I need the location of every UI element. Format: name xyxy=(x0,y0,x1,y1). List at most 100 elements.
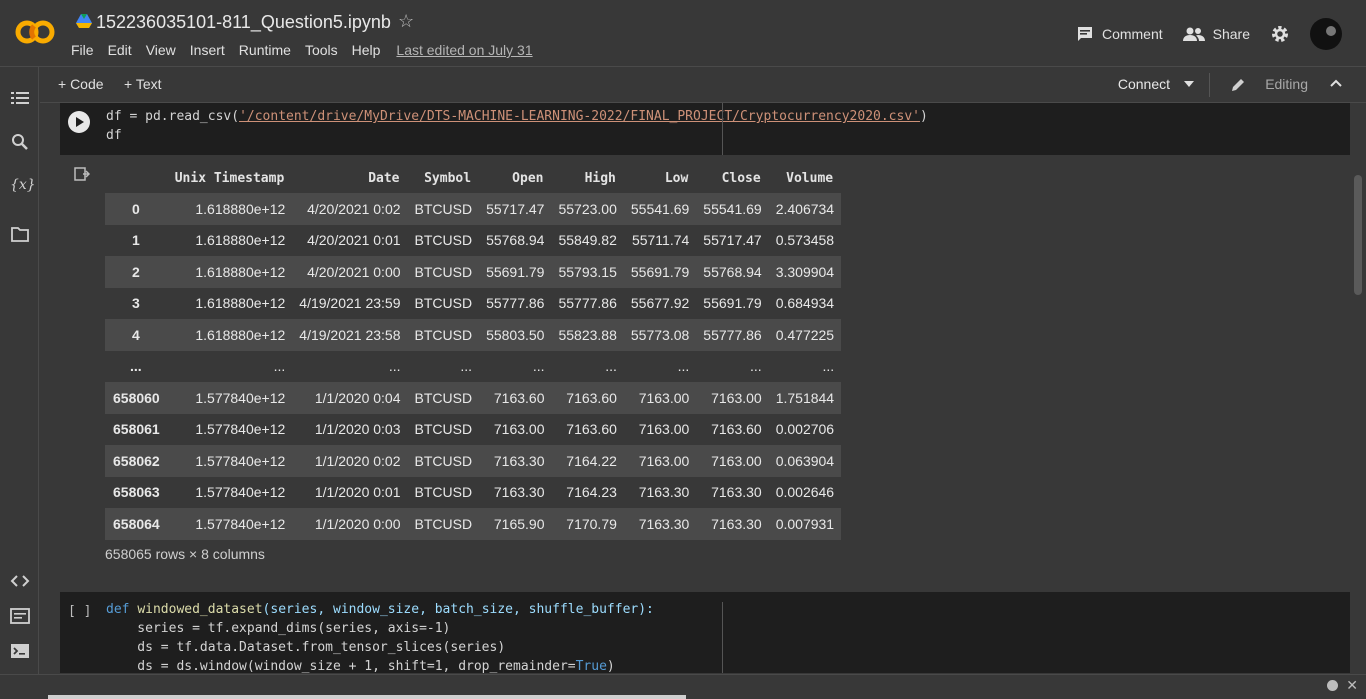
row-index: 2 xyxy=(131,263,140,280)
table-cell: 1.618880e+12 xyxy=(195,326,286,343)
table-cell: 4/20/2021 0:01 xyxy=(307,232,401,249)
table-cell: 4/20/2021 0:02 xyxy=(307,200,401,217)
table-cell: 7163.30 xyxy=(638,515,690,532)
people-icon xyxy=(1182,27,1205,41)
table-cell: 1/1/2020 0:01 xyxy=(314,484,401,501)
table-cell: 55541.69 xyxy=(630,200,690,217)
table-cell: BTCUSD xyxy=(414,389,473,406)
last-edited-link[interactable]: Last edited on July 31 xyxy=(396,42,532,58)
table-cell: BTCUSD xyxy=(414,232,473,249)
table-cell: 7164.23 xyxy=(566,484,617,501)
output-actions-icon[interactable] xyxy=(74,167,90,181)
run-cell-button[interactable] xyxy=(68,111,90,133)
table-cell: 1.577840e+12 xyxy=(195,389,286,406)
table-cell: 55717.47 xyxy=(703,232,762,249)
toc-icon[interactable] xyxy=(10,88,30,108)
dataframe-shape: 658065 rows × 8 columns xyxy=(105,546,265,562)
table-cell: ... xyxy=(822,358,835,375)
code-snippets-icon[interactable] xyxy=(10,571,30,591)
menu-file[interactable]: File xyxy=(71,42,94,58)
terminal-icon[interactable] xyxy=(10,641,30,661)
horizontal-scrollbar[interactable] xyxy=(48,695,686,699)
close-icon[interactable]: ✕ xyxy=(1346,677,1358,694)
table-cell: ... xyxy=(460,358,473,375)
table-cell: 1.618880e+12 xyxy=(195,232,286,249)
add-text-button[interactable]: + Text xyxy=(124,76,162,92)
table-row: 658060 1.577840e+12 1/1/2020 0:04 BTCUSD 716… xyxy=(105,382,842,414)
table-cell: 55849.82 xyxy=(558,232,617,249)
table-cell: 7163.60 xyxy=(711,421,762,438)
editing-status[interactable]: Editing xyxy=(1265,76,1308,92)
menu-runtime[interactable]: Runtime xyxy=(239,42,291,58)
table-cell: 7163.60 xyxy=(566,389,617,406)
gear-icon[interactable] xyxy=(1270,24,1290,44)
table-row: 3 1.618880e+12 4/19/2021 23:59 BTCUSD 55777.… xyxy=(105,287,842,319)
table-cell: 55777.86 xyxy=(486,295,545,312)
table-cell: 55691.79 xyxy=(486,263,545,280)
chevron-down-icon[interactable] xyxy=(1184,81,1194,87)
menu-view[interactable]: View xyxy=(146,42,176,58)
share-label: Share xyxy=(1212,26,1250,42)
table-cell: BTCUSD xyxy=(414,295,473,312)
connect-button[interactable]: Connect xyxy=(1118,76,1170,92)
table-cell: 1/1/2020 0:04 xyxy=(314,389,401,406)
command-palette-icon[interactable] xyxy=(10,606,30,626)
table-cell: 7163.00 xyxy=(638,421,690,438)
table-row: 1 1.618880e+12 4/20/2021 0:01 BTCUSD 55768.9… xyxy=(105,224,842,256)
table-cell: 7163.30 xyxy=(711,515,762,532)
header: 152236035101-811_Question5.ipynb ☆ File … xyxy=(0,0,1366,67)
table-cell: 0.002706 xyxy=(775,421,835,438)
code-line: ds = tf.data.Dataset.from_tensor_slices(… xyxy=(106,640,506,655)
vertical-scrollbar[interactable] xyxy=(1354,175,1362,295)
column-header: Volume xyxy=(786,170,834,186)
code-line: df xyxy=(106,128,122,143)
table-cell: 55717.47 xyxy=(486,200,545,217)
execution-count[interactable]: [ ] xyxy=(68,604,91,619)
notebook-title[interactable]: 152236035101-811_Question5.ipynb xyxy=(96,12,391,33)
star-icon[interactable]: ☆ xyxy=(398,11,414,32)
table-cell: BTCUSD xyxy=(414,452,473,469)
table-cell: 55691.79 xyxy=(630,263,690,280)
code-cell[interactable]: [ ] def windowed_dataset(series, window_… xyxy=(60,592,1350,673)
table-cell: 1.751844 xyxy=(775,389,835,406)
notebook-content: df = pd.read_csv('/content/drive/MyDrive… xyxy=(40,103,1350,673)
row-index: 658061 xyxy=(113,421,160,438)
table-cell: 55711.74 xyxy=(631,232,690,249)
share-button[interactable]: Share xyxy=(1182,26,1250,42)
menu-edit[interactable]: Edit xyxy=(108,42,132,58)
code-cell[interactable]: df = pd.read_csv('/content/drive/MyDrive… xyxy=(60,103,1350,155)
table-cell: 55773.08 xyxy=(630,326,690,343)
left-rail: {x} xyxy=(0,67,39,698)
folder-icon[interactable] xyxy=(10,224,30,244)
menu-insert[interactable]: Insert xyxy=(190,42,225,58)
table-cell: 0.477225 xyxy=(775,326,835,343)
add-code-button[interactable]: + Code xyxy=(58,76,104,92)
comment-button[interactable]: Comment xyxy=(1076,25,1163,43)
table-cell: 55777.86 xyxy=(703,326,762,343)
table-cell: ... xyxy=(532,358,545,375)
avatar[interactable] xyxy=(1310,18,1342,50)
table-cell: 4/19/2021 23:59 xyxy=(299,295,401,312)
search-icon[interactable] xyxy=(10,132,30,152)
menu-tools[interactable]: Tools xyxy=(305,42,338,58)
table-cell: 55541.69 xyxy=(703,200,762,217)
table-cell: 55768.94 xyxy=(703,263,762,280)
column-header: Low xyxy=(664,170,689,186)
chevron-up-icon[interactable] xyxy=(1330,79,1342,87)
toolbar-divider xyxy=(1209,73,1210,97)
table-row: 658064 1.577840e+12 1/1/2020 0:00 BTCUSD 716… xyxy=(105,508,842,540)
table-cell: 55777.86 xyxy=(558,295,617,312)
menu-help[interactable]: Help xyxy=(352,42,381,58)
table-header-row: Unix Timestamp Date Symbol Open High Low… xyxy=(105,163,841,193)
table-cell: 1.618880e+12 xyxy=(195,295,286,312)
table-cell: 55823.88 xyxy=(558,326,617,343)
table-cell: 7163.30 xyxy=(493,452,545,469)
column-header: Date xyxy=(368,170,400,186)
colab-logo[interactable] xyxy=(14,18,56,46)
variables-icon[interactable]: {x} xyxy=(10,177,36,197)
menu-bar: File Edit View Insert Runtime Tools Help… xyxy=(71,42,547,58)
row-index: 658064 xyxy=(113,515,160,532)
column-header xyxy=(105,163,167,193)
pencil-icon xyxy=(1232,79,1244,91)
table-cell: ... xyxy=(677,358,690,375)
